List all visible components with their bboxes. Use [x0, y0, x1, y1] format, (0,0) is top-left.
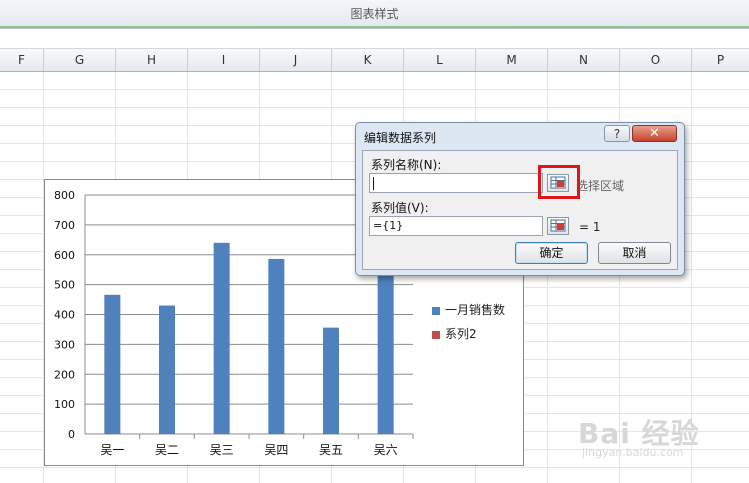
row-line	[0, 467, 749, 468]
ribbon-chart-styles: 图表样式	[0, 0, 749, 29]
column-header-h[interactable]: H	[116, 49, 188, 71]
bar-3	[213, 242, 230, 434]
legend-item-series2[interactable]: 系列2	[432, 326, 505, 350]
x-tick-label: 吴二	[155, 443, 179, 457]
series-name-label: 系列名称(N):	[371, 158, 442, 172]
text-caret	[373, 177, 374, 190]
y-tick-label: 400	[54, 309, 75, 322]
x-tick-label: 吴四	[264, 443, 288, 457]
column-header-j[interactable]: J	[260, 49, 332, 71]
legend-label-series1: 一月销售数	[445, 303, 506, 317]
y-tick-label: 600	[54, 249, 75, 262]
series-values-label: 系列值(V):	[371, 201, 429, 215]
x-tick-label: 吴六	[374, 443, 398, 457]
row-line	[0, 89, 749, 90]
legend-label-series2: 系列2	[445, 327, 477, 341]
series-values-preview: = 1	[579, 220, 601, 234]
column-header-o[interactable]: O	[620, 49, 692, 71]
legend-item-series1[interactable]: 一月销售数	[432, 302, 505, 326]
series-values-range-button[interactable]	[547, 217, 569, 235]
y-tick-label: 500	[54, 279, 75, 292]
column-header-l[interactable]: L	[404, 49, 476, 71]
series-values-input[interactable]: ={1}	[369, 216, 543, 236]
y-tick-label: 200	[54, 368, 75, 381]
chart-legend[interactable]: 一月销售数 系列2	[432, 302, 505, 350]
column-header-n[interactable]: N	[548, 49, 620, 71]
y-tick-label: 300	[54, 338, 75, 351]
column-header-m[interactable]: M	[476, 49, 548, 71]
column-header-p[interactable]: P	[692, 49, 749, 71]
column-headers: F G H I J K L M N O P	[0, 49, 749, 72]
x-tick-label: 吴一	[100, 443, 124, 457]
bar-5	[323, 327, 339, 434]
edit-series-dialog: 编辑数据系列 ? ✕ 系列名称(N): 选择区域 系列值(V): ={1} = …	[355, 122, 685, 276]
cancel-button[interactable]: 取消	[598, 242, 671, 264]
x-tick-label: 吴五	[319, 443, 343, 457]
row-line	[0, 107, 749, 108]
column-header-f[interactable]: F	[0, 49, 44, 71]
bar-1	[104, 294, 121, 434]
ok-button[interactable]: 确定	[515, 242, 588, 264]
column-header-k[interactable]: K	[332, 49, 404, 71]
ribbon-divider	[0, 26, 749, 28]
dialog-body: 系列名称(N): 选择区域 系列值(V): ={1} = 1 确定 取消	[362, 150, 678, 270]
y-tick-label: 0	[68, 428, 75, 441]
bar-4	[268, 258, 285, 434]
range-select-icon	[550, 219, 566, 232]
bar-6	[377, 272, 394, 434]
legend-swatch-series2	[432, 330, 440, 339]
column-header-i[interactable]: I	[188, 49, 260, 71]
column-header-g[interactable]: G	[44, 49, 116, 71]
x-tick-label: 吴三	[210, 443, 234, 457]
bar-2	[159, 305, 175, 434]
y-tick-label: 100	[54, 398, 75, 411]
legend-swatch-series1	[432, 306, 440, 315]
y-tick-label: 800	[54, 189, 75, 202]
dialog-title: 编辑数据系列	[364, 131, 437, 145]
baidu-watermark-url: jingyan.baidu.com	[582, 446, 684, 459]
close-button[interactable]: ✕	[632, 125, 677, 142]
ribbon-group-title: 图表样式	[350, 7, 399, 21]
formula-bar[interactable]	[0, 29, 749, 49]
select-range-text: 选择区域	[576, 179, 625, 193]
y-tick-label: 700	[54, 219, 75, 232]
highlight-annotation	[538, 165, 580, 199]
series-name-input[interactable]	[369, 173, 543, 193]
help-button[interactable]: ?	[604, 125, 630, 142]
